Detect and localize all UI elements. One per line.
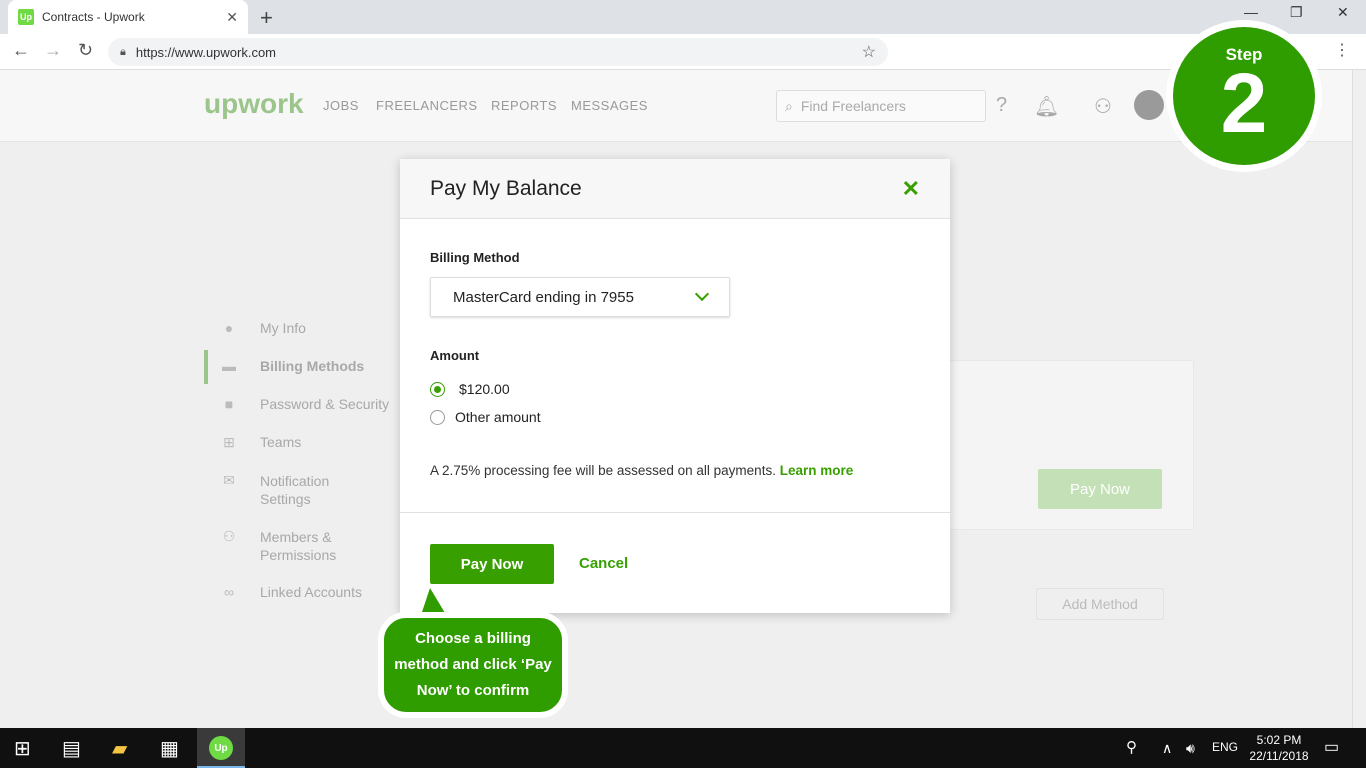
pay-now-button[interactable]: Pay Now [430, 544, 554, 584]
sidebar-item-label: Billing Methods [260, 358, 365, 374]
new-tab-icon[interactable]: + [260, 5, 273, 31]
sidebar-item-my-info[interactable]: ● My Info [220, 320, 306, 336]
sidebar-item-password-security[interactable]: ■ Password & Security [220, 396, 389, 412]
close-icon[interactable]: ✕ [902, 176, 920, 202]
callout-text: Choose a billing method and click ‘Pay N… [394, 630, 552, 699]
language-indicator[interactable]: ENG [1212, 740, 1238, 754]
back-icon[interactable]: ← [12, 40, 30, 61]
mail-icon: ✉ [223, 472, 235, 488]
amount-option-other-label: Other amount [455, 409, 541, 425]
add-method-button[interactable]: Add Method [1036, 588, 1164, 620]
browser-toolbar: ← → ↻ 🔒︎ https://www.upwork.com ☆ ⋮ [0, 34, 1366, 70]
amount-option-full[interactable]: $120.00 [430, 381, 510, 397]
fee-text: A 2.75% processing fee will be assessed … [430, 463, 776, 478]
billing-method-select[interactable]: MasterCard ending in 7955 [430, 277, 730, 317]
clock-date: 22/11/2018 [1249, 749, 1309, 763]
sidebar-item-teams[interactable]: ⊞ Teams [220, 434, 301, 450]
tab-title: Contracts - Upwork [42, 10, 145, 24]
site-header: upwork JOBS FREELANCERS REPORTS MESSAGES… [0, 70, 1352, 142]
windows-start-icon[interactable]: ⊞ [14, 736, 31, 761]
upwork-favicon-icon: Up [18, 9, 34, 25]
bookmark-star-icon[interactable]: ☆ [862, 42, 876, 62]
step-badge: Step 2 [1166, 20, 1322, 172]
clock-time: 5:02 PM [1256, 733, 1302, 747]
background-pay-now-button[interactable]: Pay Now [1038, 469, 1162, 509]
task-view-icon[interactable]: ▤ [62, 736, 81, 761]
link-icon: ∞ [224, 584, 234, 600]
nav-freelancers[interactable]: FREELANCERS [376, 98, 478, 113]
upwork-taskbar-icon[interactable]: Up [209, 736, 233, 760]
radio-selected[interactable] [430, 381, 445, 397]
address-bar[interactable]: 🔒︎ https://www.upwork.com ☆ [108, 38, 888, 66]
members-icon: ⚇ [222, 528, 236, 544]
url-text[interactable]: https://www.upwork.com [136, 45, 862, 60]
system-clock[interactable]: 5:02 PM 22/11/2018 [1246, 732, 1312, 764]
teams-icon: ⊞ [223, 434, 235, 450]
chevron-down-icon [694, 286, 710, 302]
reload-icon[interactable]: ↻ [78, 40, 93, 61]
nav-reports[interactable]: REPORTS [491, 98, 557, 113]
avatar[interactable] [1134, 90, 1164, 120]
browser-tab[interactable]: Up Contracts - Upwork ✕ [8, 0, 248, 34]
page-scrollbar[interactable] [1352, 70, 1366, 728]
store-icon[interactable]: ▦ [160, 736, 179, 761]
windows-taskbar: ⊞ ▤ ▰ ▦ Up ⚲ ∧ 🔊︎ ENG 5:02 PM 22/11/2018… [0, 728, 1366, 768]
upwork-logo[interactable]: upwork [204, 88, 304, 120]
forward-icon[interactable]: → [44, 40, 62, 61]
file-explorer-icon[interactable]: ▰ [112, 736, 127, 761]
add-user-icon[interactable]: ⚇ [1094, 94, 1112, 119]
sidebar-item-linked-accounts[interactable]: ∞ Linked Accounts [220, 584, 362, 600]
billing-method-value: MasterCard ending in 7955 [453, 288, 634, 306]
search-icon: ⌕ [785, 97, 793, 114]
help-icon[interactable]: ? [996, 94, 1007, 117]
sidebar-active-indicator [204, 350, 208, 384]
people-icon[interactable]: ⚲ [1126, 738, 1137, 756]
sidebar-item-label: Teams [260, 434, 302, 450]
tray-chevron-up-icon[interactable]: ∧ [1162, 740, 1172, 757]
card-icon: ▬ [222, 358, 236, 374]
person-icon: ● [224, 320, 234, 336]
search-placeholder: Find Freelancers [800, 98, 906, 114]
sidebar-item-label: Notification Settings [260, 473, 330, 507]
modal-header: Pay My Balance ✕ [400, 159, 950, 219]
tab-close-icon[interactable]: ✕ [226, 9, 238, 26]
amount-option-other[interactable]: Other amount [430, 409, 541, 425]
learn-more-link[interactable]: Learn more [780, 463, 854, 478]
volume-icon[interactable]: 🔊︎ [1186, 740, 1195, 757]
instruction-callout: Choose a billing method and click ‘Pay N… [378, 612, 568, 718]
lock-icon: 🔒︎ [120, 45, 126, 58]
processing-fee-note: A 2.75% processing fee will be assessed … [430, 463, 853, 478]
bell-icon[interactable]: 🔔︎ [1034, 94, 1059, 119]
sidebar-item-label: Members & Permissions [260, 529, 337, 563]
sidebar-item-label: Password & Security [260, 396, 390, 412]
step-number: 2 [1220, 56, 1268, 150]
modal-footer: Pay Now Cancel [400, 512, 950, 613]
sidebar-item-label: Linked Accounts [260, 584, 362, 600]
radio-unselected[interactable] [430, 409, 445, 425]
browser-menu-icon[interactable]: ⋮ [1334, 40, 1350, 60]
sidebar-item-members-permissions[interactable]: ⚇ Members & Permissions [220, 528, 360, 564]
amount-label: Amount [430, 348, 480, 363]
window-close-icon[interactable]: ✕ [1337, 4, 1349, 21]
billing-method-label: Billing Method [430, 250, 520, 265]
amount-option-full-label: $120.00 [459, 381, 510, 397]
sidebar-item-notification-settings[interactable]: ✉ Notification Settings [220, 472, 360, 508]
nav-messages[interactable]: MESSAGES [571, 98, 648, 113]
modal-title: Pay My Balance [430, 176, 582, 200]
browser-tab-bar: Up Contracts - Upwork ✕ + — ❐ ✕ [0, 0, 1366, 34]
pay-balance-modal: Pay My Balance ✕ Billing Method MasterCa… [400, 159, 950, 613]
sidebar-item-billing-methods[interactable]: ▬ Billing Methods [220, 358, 364, 374]
nav-jobs[interactable]: JOBS [323, 98, 359, 113]
lock-icon: ■ [224, 396, 234, 412]
minimize-icon[interactable]: — [1244, 4, 1258, 20]
cancel-button[interactable]: Cancel [579, 555, 628, 572]
search-box[interactable]: ⌕ Find Freelancers [776, 90, 986, 122]
sidebar-item-label: My Info [260, 320, 306, 336]
restore-icon[interactable]: ❐ [1290, 4, 1303, 21]
notifications-icon[interactable]: ▭ [1324, 737, 1339, 757]
